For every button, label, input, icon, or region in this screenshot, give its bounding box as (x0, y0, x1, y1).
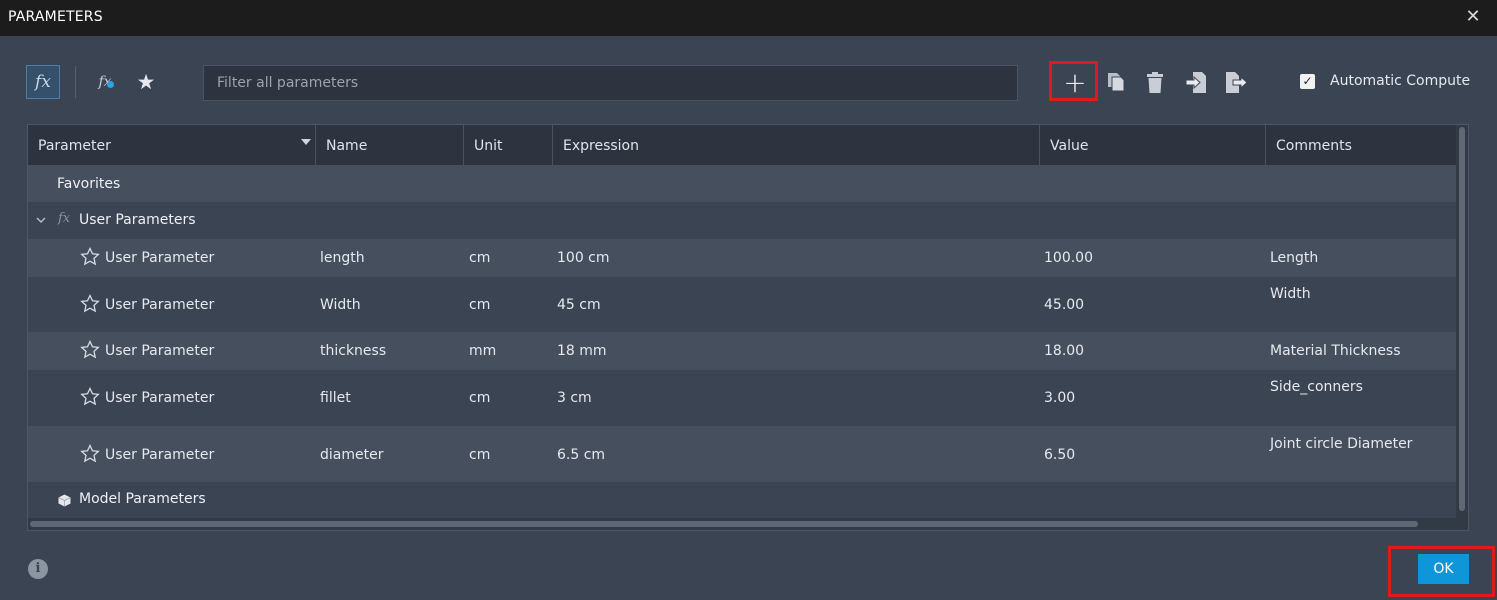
info-icon[interactable]: i (28, 559, 48, 579)
parameter-comment[interactable]: Material Thickness (1270, 343, 1401, 359)
cube-icon (58, 494, 71, 507)
vertical-scrollbar[interactable] (1456, 125, 1468, 530)
parameter-type: User Parameter (105, 297, 215, 313)
parameter-value: 100.00 (1044, 250, 1093, 266)
parameter-value: 18.00 (1044, 343, 1085, 359)
parameter-expression[interactable]: 6.5 cm (557, 447, 605, 463)
dropdown-arrow-icon[interactable] (301, 139, 311, 145)
parameter-value: 3.00 (1044, 390, 1076, 406)
favorites-filter-button[interactable]: ★ (134, 70, 158, 94)
parameter-comment[interactable]: Side_conners (1270, 379, 1363, 395)
star-outline-icon[interactable] (80, 247, 100, 267)
table-header: Parameter Name Unit Expression Value Com… (28, 125, 1456, 165)
export-icon (1226, 71, 1247, 93)
import-parameters-button[interactable] (1183, 70, 1209, 94)
parameter-comment[interactable]: Width (1270, 286, 1311, 302)
import-icon (1185, 71, 1206, 93)
favorites-group-row[interactable]: Favorites (28, 165, 1456, 202)
column-header-value[interactable]: Value (1040, 125, 1266, 165)
table-row[interactable]: User Parameter Width cm 45 cm 45.00 Widt… (28, 277, 1456, 332)
parameter-type: User Parameter (105, 343, 215, 359)
parameter-unit[interactable]: cm (469, 250, 490, 266)
horizontal-scroll-thumb[interactable] (30, 521, 1418, 527)
star-icon: ★ (136, 70, 156, 94)
parameter-name[interactable]: Width (320, 297, 361, 313)
parameter-name[interactable]: diameter (320, 447, 383, 463)
table-row[interactable]: User Parameter length cm 100 cm 100.00 L… (28, 239, 1456, 277)
model-parameters-group-row[interactable]: Model Parameters (28, 482, 1456, 518)
title-bar: PARAMETERS ✕ (0, 0, 1497, 36)
filter-parameters-input[interactable] (203, 65, 1018, 101)
parameter-unit[interactable]: cm (469, 297, 490, 313)
table-row[interactable]: User Parameter thickness mm 18 mm 18.00 … (28, 332, 1456, 370)
parameter-type: User Parameter (105, 447, 215, 463)
automatic-compute-label: Automatic Compute (1330, 73, 1471, 89)
ok-button[interactable]: OK (1418, 554, 1469, 584)
star-outline-icon[interactable] (80, 294, 100, 314)
all-parameters-fx-button[interactable]: fx (26, 65, 60, 99)
user-parameters-group-row[interactable]: fx User Parameters (28, 202, 1456, 239)
column-header-name[interactable]: Name (316, 125, 464, 165)
vertical-scroll-thumb[interactable] (1459, 127, 1465, 511)
fx-icon: fx (35, 72, 51, 92)
star-outline-icon[interactable] (80, 387, 100, 407)
parameter-unit[interactable]: cm (469, 447, 490, 463)
automatic-compute-checkbox[interactable]: ✓ (1300, 73, 1315, 89)
close-icon[interactable]: ✕ (1463, 6, 1483, 28)
parameter-type: User Parameter (105, 250, 215, 266)
favorites-label: Favorites (57, 176, 121, 192)
column-header-unit[interactable]: Unit (464, 125, 553, 165)
horizontal-scrollbar[interactable] (28, 518, 1456, 530)
parameter-value: 6.50 (1044, 447, 1076, 463)
user-parameters-filter-button[interactable]: fx (93, 69, 117, 95)
automatic-compute-toggle[interactable]: ✓ Automatic Compute (1300, 73, 1470, 89)
parameter-expression[interactable]: 100 cm (557, 250, 610, 266)
parameter-unit[interactable]: cm (469, 390, 490, 406)
parameter-unit[interactable]: mm (469, 343, 496, 359)
window-title: PARAMETERS (8, 9, 103, 25)
parameter-expression[interactable]: 45 cm (557, 297, 601, 313)
trash-icon (1147, 71, 1163, 93)
checkmark-icon: ✓ (1302, 74, 1313, 88)
parameter-comment[interactable]: Length (1270, 250, 1318, 266)
column-header-parameter[interactable]: Parameter (28, 125, 316, 165)
fx-group-icon: fx (58, 211, 71, 226)
add-parameter-button[interactable]: + (1052, 64, 1098, 100)
chevron-down-icon[interactable] (36, 217, 46, 224)
parameter-value: 45.00 (1044, 297, 1085, 313)
parameter-name[interactable]: fillet (320, 390, 351, 406)
export-parameters-button[interactable] (1223, 70, 1249, 94)
column-header-comments[interactable]: Comments (1266, 125, 1456, 165)
parameter-expression[interactable]: 18 mm (557, 343, 607, 359)
parameter-comment[interactable]: Joint circle Diameter (1270, 436, 1412, 452)
user-dot-icon (107, 81, 114, 88)
table-row[interactable]: User Parameter fillet cm 3 cm 3.00 Side_… (28, 370, 1456, 426)
parameter-type: User Parameter (105, 390, 215, 406)
parameter-expression[interactable]: 3 cm (557, 390, 592, 406)
delete-parameter-button[interactable] (1143, 70, 1167, 94)
column-header-expression[interactable]: Expression (553, 125, 1040, 165)
star-outline-icon[interactable] (80, 444, 100, 464)
copy-icon (1108, 73, 1125, 92)
copy-parameter-button[interactable] (1104, 70, 1128, 94)
table-row[interactable]: User Parameter diameter cm 6.5 cm 6.50 J… (28, 426, 1456, 482)
plus-icon: + (1063, 65, 1087, 99)
parameter-name[interactable]: thickness (320, 343, 386, 359)
parameter-name[interactable]: length (320, 250, 365, 266)
toolbar-divider (75, 66, 76, 98)
star-outline-icon[interactable] (80, 340, 100, 360)
user-parameters-label: User Parameters (79, 212, 196, 228)
model-parameters-label: Model Parameters (79, 491, 206, 507)
parameters-table: Parameter Name Unit Expression Value Com… (27, 124, 1469, 531)
